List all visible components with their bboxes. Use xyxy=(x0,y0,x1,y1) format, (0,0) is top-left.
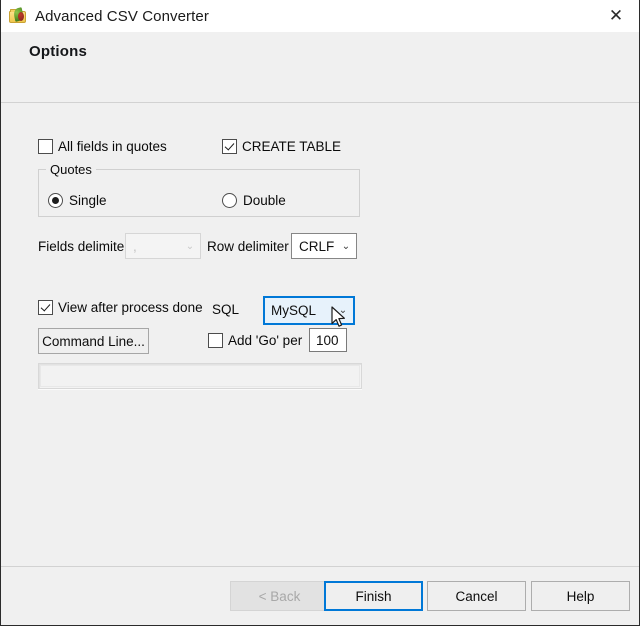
wizard-header xyxy=(1,32,639,103)
sql-dialect-value: MySQL xyxy=(271,303,317,318)
radio-box xyxy=(48,193,63,208)
window-title: Advanced CSV Converter xyxy=(35,7,209,25)
title-bar: Advanced CSV Converter ✕ xyxy=(1,0,639,32)
finish-button[interactable]: Finish xyxy=(324,581,423,611)
create-table-checkbox[interactable]: CREATE TABLE xyxy=(222,139,341,154)
checkbox-box xyxy=(208,333,223,348)
options-panel: All fields in quotes CREATE TABLE Quotes… xyxy=(1,104,639,566)
add-go-label: Add 'Go' per xyxy=(228,332,303,348)
sql-label: SQL xyxy=(212,302,240,317)
progress-bar xyxy=(38,363,362,389)
chevron-down-icon: ⌄ xyxy=(341,240,351,252)
all-fields-in-quotes-checkbox[interactable]: All fields in quotes xyxy=(38,139,167,154)
quotes-double-label: Double xyxy=(243,192,286,208)
row-delimiter-combobox[interactable]: CRLF ⌄ xyxy=(291,233,357,259)
application-window: Advanced CSV Converter ✕ Options All fie… xyxy=(0,0,640,626)
close-icon[interactable]: ✕ xyxy=(593,1,639,32)
add-go-count-input[interactable]: 100 xyxy=(309,328,347,352)
chevron-down-icon: ⌄ xyxy=(185,240,195,252)
add-go-count-value: 100 xyxy=(316,332,339,348)
quotes-group-legend: Quotes xyxy=(46,162,96,177)
quotes-double-radio[interactable]: Double xyxy=(222,193,286,208)
add-go-checkbox[interactable]: Add 'Go' per xyxy=(208,333,302,348)
page-title: Options xyxy=(29,43,88,60)
all-fields-in-quotes-label: All fields in quotes xyxy=(58,138,167,154)
checkbox-box xyxy=(38,300,53,315)
csv-folder-icon xyxy=(9,7,27,25)
cancel-button[interactable]: Cancel xyxy=(427,581,526,611)
fields-delimiter-label: Fields delimiter xyxy=(38,239,129,254)
fields-delimiter-combobox[interactable]: , ⌄ xyxy=(125,233,201,259)
command-line-button[interactable]: Command Line... xyxy=(38,328,149,354)
create-table-label: CREATE TABLE xyxy=(242,138,342,154)
view-after-process-label: View after process done xyxy=(58,299,203,315)
radio-box xyxy=(222,193,237,208)
view-after-process-checkbox[interactable]: View after process done xyxy=(38,300,203,315)
row-delimiter-value: CRLF xyxy=(299,238,335,254)
progress-bar-track xyxy=(40,365,360,387)
fields-delimiter-value: , xyxy=(133,238,137,254)
sql-dialect-combobox[interactable]: MySQL ⌄ xyxy=(263,296,355,325)
quotes-single-label: Single xyxy=(69,192,107,208)
back-button[interactable]: < Back xyxy=(230,581,329,611)
chevron-down-icon: ⌄ xyxy=(338,305,348,316)
quotes-single-radio[interactable]: Single xyxy=(48,193,107,208)
row-delimiter-label: Row delimiter xyxy=(207,239,289,254)
help-button[interactable]: Help xyxy=(531,581,630,611)
checkbox-box xyxy=(38,139,53,154)
checkbox-box xyxy=(222,139,237,154)
wizard-footer: < Back Finish Cancel Help xyxy=(1,566,639,625)
